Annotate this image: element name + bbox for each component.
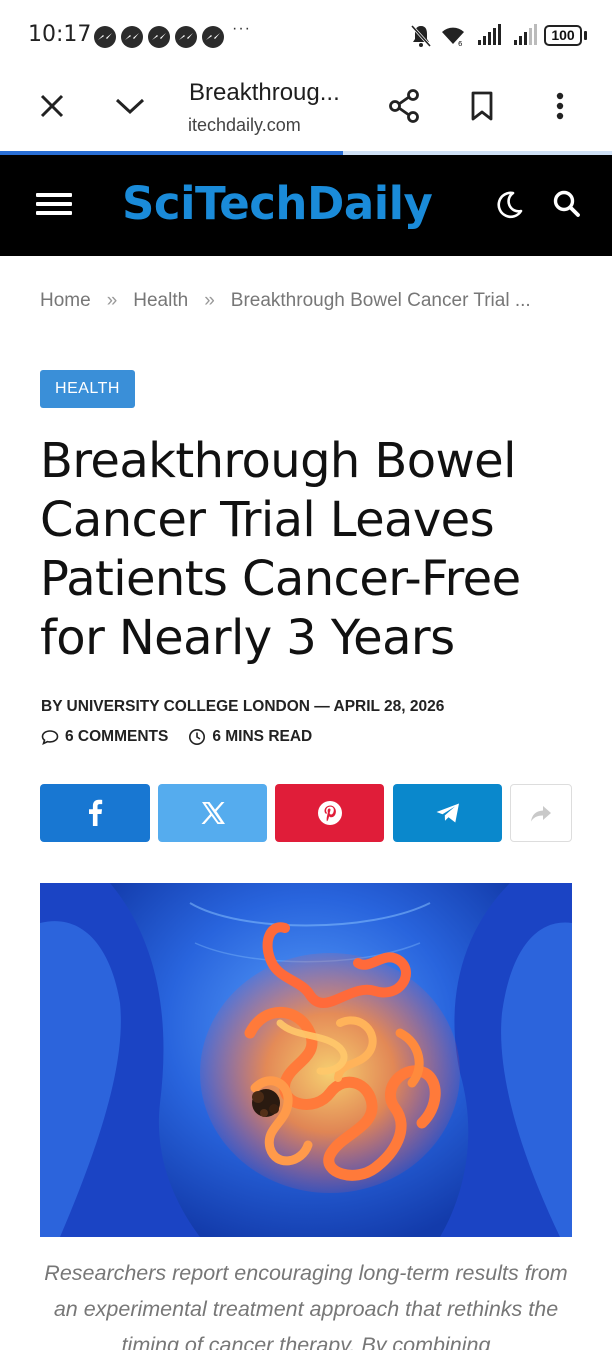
bookmark-icon[interactable]	[460, 70, 504, 142]
site-header: SciTechDaily	[0, 155, 612, 256]
x-icon	[201, 802, 225, 824]
clock-icon	[189, 729, 206, 745]
more-vert-icon[interactable]	[540, 70, 580, 142]
breadcrumb-health[interactable]: Health	[133, 290, 188, 311]
comments-link[interactable]: 6 COMMENTS	[41, 728, 168, 746]
facebook-icon	[89, 799, 103, 826]
moon-icon[interactable]	[493, 189, 525, 226]
share-more-button[interactable]	[510, 784, 572, 842]
more-notifications-indicator: ···	[232, 20, 251, 37]
chevron-down-icon[interactable]	[108, 70, 152, 142]
status-bar: 10:17 ··· 6 100	[0, 0, 612, 70]
read-time: 6 MINS READ	[188, 728, 312, 746]
logo-part-sci: Sci	[122, 177, 196, 230]
article-meta: 6 COMMENTS 6 MINS READ	[41, 728, 332, 746]
signal-icon	[476, 24, 502, 51]
status-time: 10:17	[28, 22, 92, 47]
pinterest-icon	[317, 801, 342, 825]
messenger-icon	[202, 26, 224, 48]
wifi-icon: 6	[440, 24, 466, 51]
read-time-label: 6 MINS READ	[212, 728, 313, 745]
battery-icon: 100	[544, 25, 582, 46]
svg-text:6: 6	[458, 40, 463, 46]
breadcrumb-current: Breakthrough Bowel Cancer Trial ...	[230, 290, 531, 311]
breadcrumb-home[interactable]: Home	[40, 290, 91, 311]
logo-part-daily: Daily	[306, 177, 433, 230]
category-badge[interactable]: HEALTH	[40, 370, 135, 408]
breadcrumb: Home » Health » Breakthrough Bowel Cancer Tr…	[40, 290, 531, 312]
search-icon[interactable]	[552, 189, 582, 224]
forward-icon	[531, 806, 551, 822]
battery-tip	[584, 31, 587, 40]
breadcrumb-separator: »	[106, 290, 118, 311]
messenger-icon	[94, 26, 116, 48]
share-icon[interactable]	[382, 70, 426, 142]
article-hero-image	[40, 883, 572, 1237]
messenger-icon	[121, 26, 143, 48]
share-telegram-button[interactable]	[393, 784, 502, 842]
site-logo[interactable]: SciTechDaily	[122, 177, 433, 230]
comments-count: 6 COMMENTS	[65, 728, 169, 745]
messenger-icon	[148, 26, 170, 48]
comment-icon	[41, 730, 59, 745]
share-facebook-button[interactable]	[40, 784, 150, 842]
browser-toolbar: Breakthroug... itechdaily.com	[0, 70, 612, 152]
article-byline: BY UNIVERSITY COLLEGE LONDON — APRIL 28,…	[41, 698, 445, 715]
image-caption: Researchers report encouraging long-term…	[44, 1261, 568, 1350]
article-title: Breakthrough Bowel Cancer Trial Leaves P…	[40, 433, 521, 666]
close-icon[interactable]	[30, 70, 74, 142]
menu-icon[interactable]	[36, 193, 72, 219]
signal-icon	[512, 24, 538, 51]
page-url[interactable]: itechdaily.com	[188, 115, 301, 136]
messenger-icon	[175, 26, 197, 48]
logo-part-tech: Tech	[195, 177, 307, 230]
breadcrumb-separator: »	[204, 290, 215, 311]
bell-off-icon	[410, 24, 432, 53]
share-x-button[interactable]	[158, 784, 267, 842]
telegram-icon	[436, 803, 459, 823]
page-title[interactable]: Breakthroug...	[189, 79, 340, 107]
share-pinterest-button[interactable]	[275, 784, 384, 842]
